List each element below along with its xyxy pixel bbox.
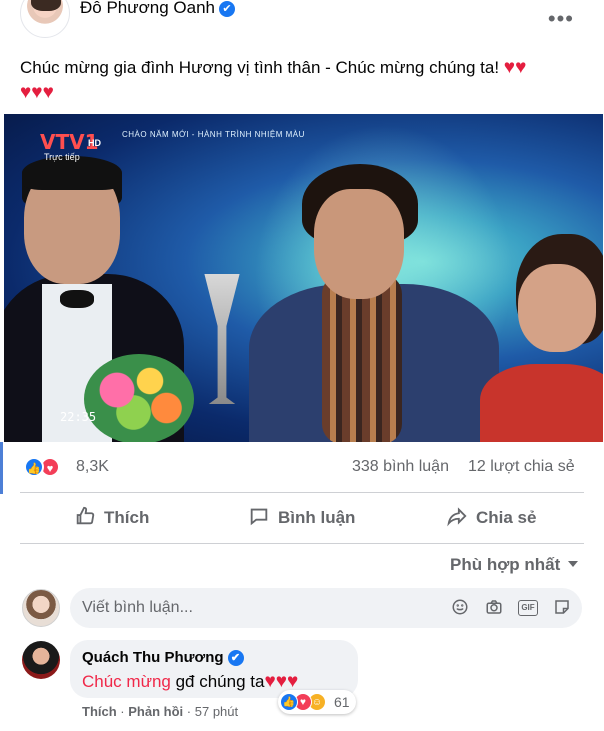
flower-bouquet	[84, 354, 194, 442]
share-button[interactable]: Chia sẻ	[446, 505, 536, 528]
comment-text: Chúc mừng gđ chúng ta♥♥♥	[82, 671, 298, 693]
older-man-face	[314, 189, 404, 299]
share-arrow-icon	[447, 507, 467, 527]
comment-reactions[interactable]: 👍 ♥ ☺ 61	[278, 690, 356, 714]
comment-like-link[interactable]: Thích	[82, 704, 117, 719]
post-card: Đỗ Phương Oanh ✔ ••• Chúc mừng gia đình H…	[0, 0, 604, 731]
live-label: Trực tiếp	[44, 152, 80, 162]
divider	[20, 492, 584, 493]
camera-icon[interactable]	[484, 598, 504, 618]
comment-author-text[interactable]: Quách Thu Phương	[82, 649, 224, 666]
author-avatar[interactable]	[20, 0, 70, 38]
meta-separator: ·	[120, 704, 125, 719]
share-count[interactable]: 12 lượt chia sẻ	[468, 458, 575, 476]
heart-emoji-icon: ♥♥♥	[20, 82, 54, 103]
share-label: Chia sẻ	[476, 508, 537, 527]
heart-emoji-icon: ♥♥	[503, 57, 527, 78]
gif-icon[interactable]: GIF	[518, 600, 538, 616]
comment-reaction-count: 61	[334, 694, 350, 710]
author-name[interactable]: Đỗ Phương Oanh ✔	[80, 0, 235, 18]
reaction-count[interactable]: 8,3K	[76, 458, 109, 476]
scarf	[322, 274, 402, 442]
channel-hd-label: HD	[88, 138, 101, 148]
comment-count[interactable]: 338 bình luận	[352, 458, 449, 476]
heart-emoji-icon: ♥♥♥	[264, 671, 299, 692]
like-reaction-icon: 👍	[280, 693, 298, 711]
sticker-icon[interactable]	[552, 598, 572, 618]
divider	[20, 543, 584, 544]
comment-meta: Thích · Phản hồi · 57 phút	[82, 704, 238, 719]
thumbs-up-icon	[76, 506, 95, 525]
comment-time[interactable]: 57 phút	[195, 704, 238, 719]
woman-red-top	[480, 364, 603, 442]
post-caption: Chúc mừng gia đình Hương vị tình thân - …	[20, 55, 580, 105]
commenter-avatar[interactable]	[22, 641, 60, 679]
post-photo[interactable]: VTV1 HD Trực tiếp CHÀO NĂM MỚI - HÀNH TR…	[4, 114, 603, 442]
post-actions: Thích Bình luận Chia sẻ	[0, 497, 604, 539]
comment-composer[interactable]: GIF	[70, 588, 582, 628]
bow-tie	[60, 290, 94, 308]
comment-sort-dropdown[interactable]: Phù hợp nhất	[450, 555, 579, 575]
comment-body: gđ chúng ta	[170, 672, 265, 691]
like-button[interactable]: Thích	[74, 505, 149, 528]
author-name-text[interactable]: Đỗ Phương Oanh	[80, 0, 215, 17]
woman-face	[518, 264, 596, 352]
broadcast-clock: 22:35	[60, 410, 97, 424]
comment-input[interactable]	[82, 588, 442, 628]
post-header: Đỗ Phương Oanh ✔ •••	[0, 0, 604, 50]
caret-down-icon	[568, 561, 579, 567]
sort-label: Phù hợp nhất	[450, 555, 561, 574]
comment-highlight: Chúc mừng	[82, 672, 171, 691]
like-label: Thích	[104, 508, 150, 527]
post-stats: 👍 ♥ 8,3K 338 bình luận 12 lượt chia sẻ	[0, 448, 604, 488]
emoji-icon[interactable]	[450, 598, 470, 618]
comment-button[interactable]: Bình luận	[248, 505, 355, 528]
viewer-avatar[interactable]	[22, 589, 60, 627]
verified-badge-icon: ✔	[219, 0, 235, 17]
more-options-icon[interactable]: •••	[548, 6, 574, 32]
comment-label: Bình luận	[278, 508, 356, 527]
meta-separator: ·	[186, 704, 192, 719]
like-reaction-icon[interactable]: 👍	[24, 457, 44, 477]
program-banner: CHÀO NĂM MỚI - HÀNH TRÌNH NHIỆM MÀU	[122, 130, 305, 139]
caption-text: Chúc mừng gia đình Hương vị tình thân - …	[20, 58, 500, 77]
comment-author[interactable]: Quách Thu Phương ✔	[82, 649, 244, 667]
comment-icon	[250, 508, 268, 526]
comment-reply-link[interactable]: Phản hồi	[128, 704, 183, 719]
verified-badge-icon: ✔	[227, 650, 244, 667]
trophy	[204, 274, 240, 404]
